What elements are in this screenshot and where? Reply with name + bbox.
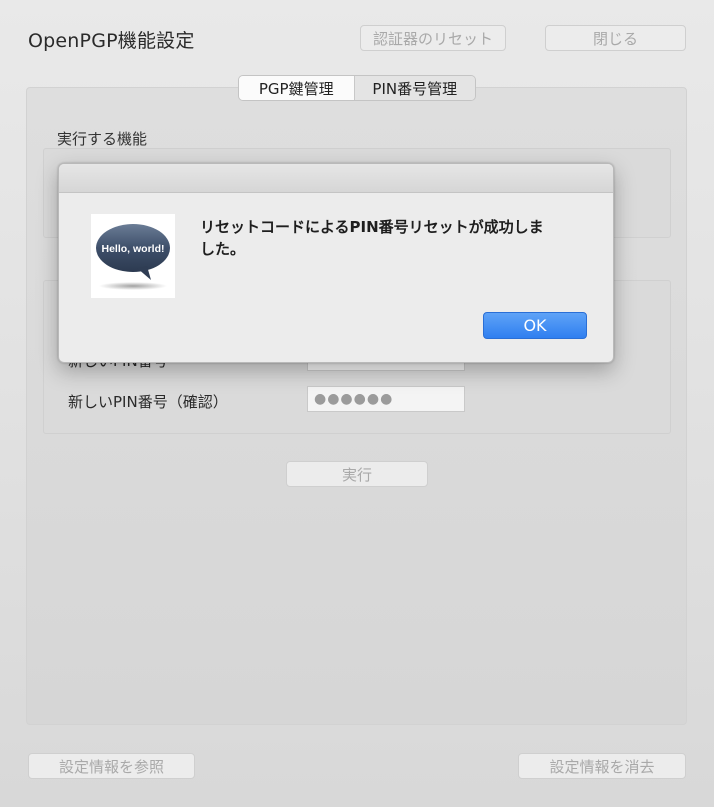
hello-world-speech-bubble-icon: Hello, world!	[91, 214, 175, 298]
ok-button[interactable]: OK	[483, 312, 587, 339]
dialog-titlebar	[59, 164, 613, 193]
execute-button[interactable]: 実行	[286, 461, 428, 487]
view-settings-button[interactable]: 設定情報を参照	[28, 753, 195, 779]
new-pin-confirm-label: 新しいPIN番号（確認）	[68, 393, 228, 411]
tab-segmented-control: PGP鍵管理 PIN番号管理	[238, 75, 476, 101]
tab-pin-management[interactable]: PIN番号管理	[354, 76, 475, 100]
close-button[interactable]: 閉じる	[545, 25, 686, 51]
reset-authenticator-button[interactable]: 認証器のリセット	[360, 25, 506, 51]
window-title: OpenPGP機能設定	[28, 30, 195, 52]
success-alert-dialog: Hello, world! リセットコードによるPIN番号リセットが成功しま し…	[58, 163, 614, 363]
dialog-message: リセットコードによるPIN番号リセットが成功しま した。	[200, 216, 580, 260]
icon-text: Hello, world!	[102, 243, 165, 255]
new-pin-confirm-field[interactable]: ●●●●●●	[307, 386, 465, 412]
function-section-label: 実行する機能	[57, 130, 148, 148]
clear-settings-button[interactable]: 設定情報を消去	[518, 753, 686, 779]
tab-pgp-key-management[interactable]: PGP鍵管理	[239, 76, 355, 100]
openpgp-settings-window: OpenPGP機能設定 認証器のリセット 閉じる PGP鍵管理 PIN番号管理 …	[0, 0, 714, 807]
dialog-message-line-1: リセットコードによるPIN番号リセットが成功しま	[200, 218, 544, 236]
dialog-message-line-2: した。	[200, 240, 246, 258]
